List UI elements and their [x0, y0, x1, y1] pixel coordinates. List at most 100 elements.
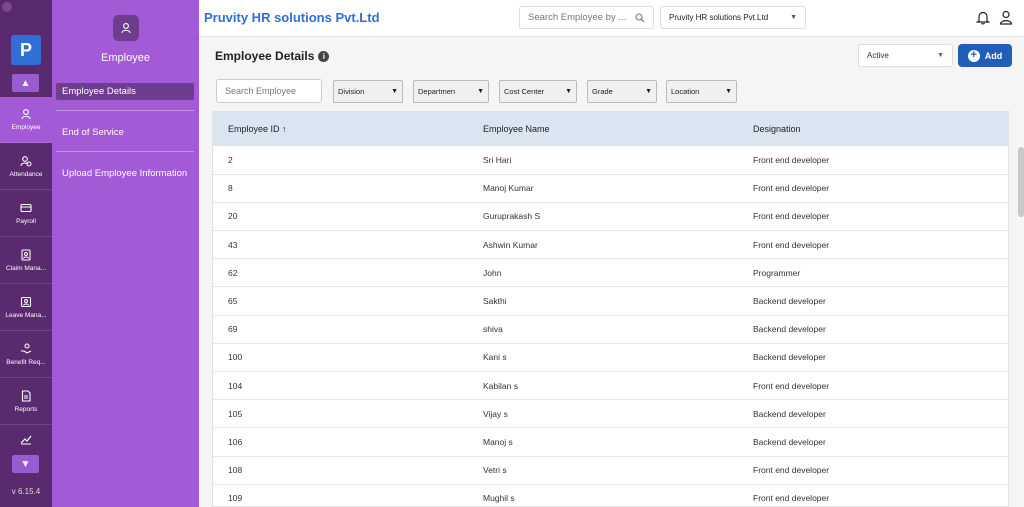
- table-row[interactable]: 69 shiva Backend developer: [213, 315, 1008, 344]
- sidebar-divider: [56, 151, 194, 152]
- cell-employee-name: Manoj s: [483, 427, 753, 457]
- employee-search-input[interactable]: Search Employee: [216, 79, 322, 103]
- rail-item-benefit-request[interactable]: Benefit Req...: [0, 332, 52, 378]
- rail-item-payroll[interactable]: Payroll: [0, 191, 52, 237]
- module-sidebar: Employee Employee Details End of Service…: [52, 0, 199, 507]
- attendance-icon: [20, 156, 32, 167]
- cell-employee-id: 104: [213, 371, 483, 401]
- table-scrollbar[interactable]: [1018, 147, 1024, 217]
- cell-designation: Front end developer: [753, 456, 1008, 485]
- cell-employee-id: 69: [213, 315, 483, 344]
- table-row[interactable]: 2 Sri Hari Front end developer: [213, 146, 1008, 175]
- table-row[interactable]: 8 Manoj Kumar Front end developer: [213, 174, 1008, 203]
- rail-item-employee[interactable]: Employee: [0, 97, 52, 143]
- rail-scroll-up-button[interactable]: ▲: [12, 74, 39, 92]
- person-icon: [121, 23, 131, 34]
- table-row[interactable]: 43 Ashwin Kumar Front end developer: [213, 230, 1008, 260]
- company-select[interactable]: Pruvity HR solutions Pvt.Ltd ▼: [660, 6, 806, 29]
- cell-employee-name: Kani s: [483, 343, 753, 373]
- cell-employee-name: Ashwin Kumar: [483, 230, 753, 260]
- caret-down-icon: ▼: [790, 14, 797, 21]
- add-employee-button[interactable]: + Add: [958, 44, 1012, 67]
- filter-location-select[interactable]: Location ▼: [666, 80, 737, 103]
- global-search-placeholder: Search Employee by ...: [528, 12, 627, 23]
- cell-employee-name: Manoj Kumar: [483, 174, 753, 203]
- column-header-designation[interactable]: Designation: [753, 112, 1008, 146]
- caret-down-icon: ▼: [391, 88, 398, 95]
- rail-scroll-down-button[interactable]: ▼: [12, 455, 39, 473]
- app-logo[interactable]: P: [11, 35, 41, 65]
- table-row[interactable]: 104 Kabilan s Front end developer: [213, 371, 1008, 401]
- cell-employee-id: 2: [213, 146, 483, 175]
- rail-item-attendance[interactable]: Attendance: [0, 144, 52, 190]
- cell-designation: Front end developer: [753, 174, 1008, 203]
- caret-down-icon: ▼: [725, 88, 732, 95]
- cell-employee-name: Vetri s: [483, 456, 753, 485]
- info-icon[interactable]: i: [318, 50, 330, 62]
- status-select[interactable]: Active ▼: [858, 44, 953, 67]
- cell-designation: Backend developer: [753, 399, 1008, 429]
- sidebar-link-employee-details[interactable]: Employee Details: [56, 83, 194, 100]
- rail-item-leave-management[interactable]: Leave Mana...: [0, 285, 52, 331]
- chevron-up-icon: ▲: [20, 77, 31, 89]
- bell-icon[interactable]: [976, 10, 990, 25]
- trending-up-icon: [20, 435, 32, 445]
- column-header-employee-id[interactable]: Employee ID ↑: [213, 112, 483, 146]
- global-search-input[interactable]: Search Employee by ...: [519, 6, 654, 29]
- cell-employee-name: shiva: [483, 315, 753, 344]
- filter-label: Location: [671, 87, 700, 96]
- cell-designation: Front end developer: [753, 371, 1008, 401]
- cell-employee-id: 109: [213, 484, 483, 506]
- search-icon[interactable]: [635, 12, 645, 23]
- rail-item-label: Claim Mana...: [5, 265, 47, 272]
- cell-designation: Backend developer: [753, 343, 1008, 373]
- employee-search-placeholder: Search Employee: [225, 86, 297, 96]
- add-button-label: Add: [984, 50, 1003, 61]
- filter-label: Division: [338, 87, 365, 96]
- cell-employee-id: 20: [213, 202, 483, 232]
- filter-cost-center-select[interactable]: Cost Center ▼: [499, 80, 577, 103]
- cell-designation: Programmer: [753, 258, 1008, 288]
- sidebar-link-end-of-service[interactable]: End of Service: [56, 124, 194, 141]
- cell-designation: Backend developer: [753, 427, 1008, 457]
- sidebar-divider: [56, 110, 194, 111]
- rail-item-claim-management[interactable]: Claim Mana...: [0, 238, 52, 284]
- rail-item-reports[interactable]: Reports: [0, 379, 52, 425]
- rail-item-label: Employee: [11, 124, 41, 131]
- rail-item-analytics[interactable]: [0, 426, 52, 452]
- table-row[interactable]: 109 Mughil s Front end developer: [213, 484, 1008, 506]
- caret-down-icon: ▼: [565, 88, 572, 95]
- table-row[interactable]: 100 Kani s Backend developer: [213, 343, 1008, 373]
- cell-employee-id: 108: [213, 456, 483, 485]
- cell-designation: Backend developer: [753, 315, 1008, 344]
- chevron-down-icon: ▼: [20, 458, 31, 470]
- table-row[interactable]: 20 Guruprakash S Front end developer: [213, 202, 1008, 232]
- user-account-icon[interactable]: [999, 10, 1013, 25]
- claim-icon: [21, 249, 31, 261]
- filter-division-select[interactable]: Division ▼: [333, 80, 403, 103]
- table-row[interactable]: 108 Vetri s Front end developer: [213, 456, 1008, 485]
- filter-label: Departmen: [418, 87, 456, 96]
- filter-department-select[interactable]: Departmen ▼: [413, 80, 489, 103]
- company-select-value: Pruvity HR solutions Pvt.Ltd: [669, 13, 769, 22]
- filter-grade-select[interactable]: Grade ▼: [587, 80, 657, 103]
- rail-item-label: Reports: [14, 406, 38, 413]
- sidebar-link-upload-employee-information[interactable]: Upload Employee Information: [56, 165, 194, 182]
- rail-item-label: Benefit Req...: [6, 359, 46, 366]
- person-icon: [21, 109, 31, 120]
- cell-employee-id: 106: [213, 427, 483, 457]
- cell-employee-name: John: [483, 258, 753, 288]
- cell-designation: Front end developer: [753, 230, 1008, 260]
- filter-label: Cost Center: [504, 87, 545, 96]
- column-header-employee-name[interactable]: Employee Name: [483, 112, 753, 146]
- report-icon: [21, 390, 31, 402]
- table-row[interactable]: 105 Vijay s Backend developer: [213, 399, 1008, 429]
- table-row[interactable]: 65 Sakthi Backend developer: [213, 286, 1008, 316]
- cell-designation: Front end developer: [753, 202, 1008, 232]
- plus-circle-icon: +: [967, 49, 980, 62]
- table-row[interactable]: 62 John Programmer: [213, 258, 1008, 288]
- cell-designation: Front end developer: [753, 484, 1008, 506]
- table-row[interactable]: 106 Manoj s Backend developer: [213, 427, 1008, 457]
- status-select-value: Active: [867, 51, 889, 60]
- rail-item-label: Payroll: [16, 218, 36, 225]
